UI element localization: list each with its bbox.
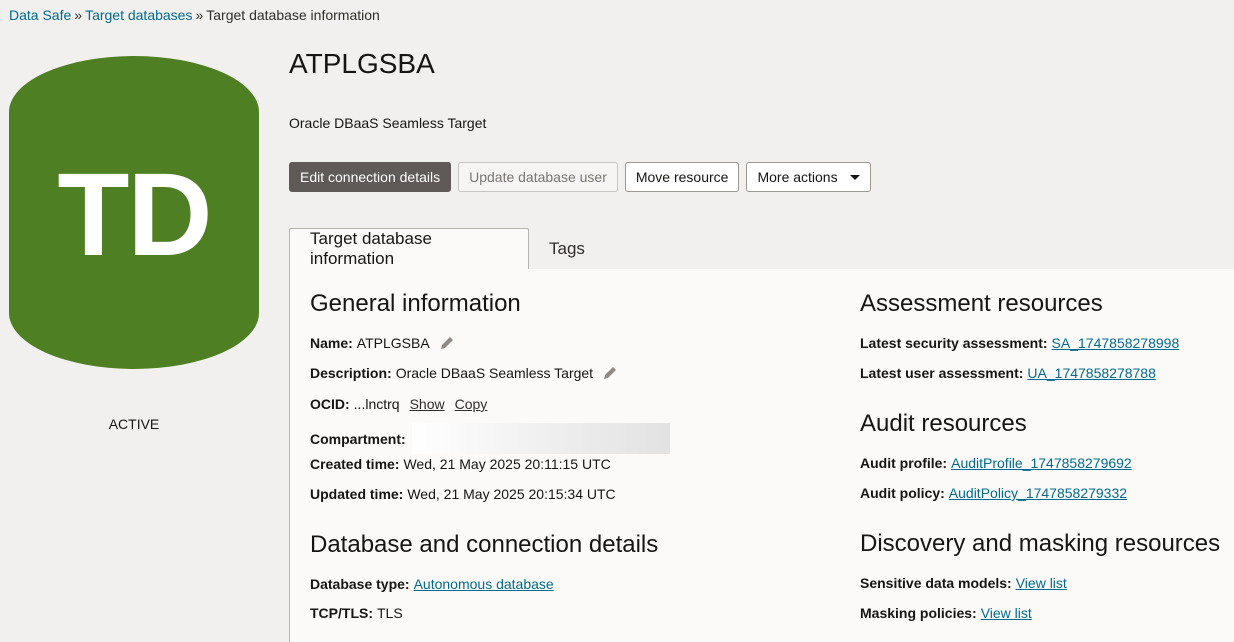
masking-policies-link[interactable]: View list xyxy=(981,605,1032,621)
database-connection-heading: Database and connection details xyxy=(310,531,659,558)
tcp-tls-value: TLS xyxy=(377,605,403,621)
discovery-masking-heading: Discovery and masking resources xyxy=(860,530,1221,557)
ocid-value: ...lnctrq xyxy=(353,396,400,412)
tcp-tls-label: TCP/TLS: xyxy=(310,605,373,621)
audit-policy-label: Audit policy: xyxy=(860,485,945,501)
security-assessment-link[interactable]: SA_1747858278998 xyxy=(1052,335,1180,351)
created-time-value: Wed, 21 May 2025 20:11:15 UTC xyxy=(403,456,611,472)
updated-time-row: Updated time: Wed, 21 May 2025 20:15:34 … xyxy=(310,486,616,502)
page-title: ATPLGSBA xyxy=(289,48,435,79)
description-label: Description: xyxy=(310,365,392,381)
assessment-resources-heading: Assessment resources xyxy=(860,290,1103,317)
masking-policies-label: Masking policies: xyxy=(860,605,977,621)
general-information-heading: General information xyxy=(310,290,521,317)
audit-resources-heading: Audit resources xyxy=(860,410,1027,437)
created-time-label: Created time: xyxy=(310,456,400,472)
breadcrumb-separator: » xyxy=(74,7,83,23)
target-database-icon: TD xyxy=(9,56,259,369)
database-type-label: Database type: xyxy=(310,576,410,592)
audit-profile-label: Audit profile: xyxy=(860,455,948,471)
ocid-show-link[interactable]: Show xyxy=(410,396,445,412)
database-type-link[interactable]: Autonomous database xyxy=(414,576,554,592)
updated-time-value: Wed, 21 May 2025 20:15:34 UTC xyxy=(407,486,616,502)
breadcrumb-target-databases[interactable]: Target databases xyxy=(85,7,192,23)
move-resource-button[interactable]: Move resource xyxy=(624,162,740,192)
edit-connection-details-button[interactable]: Edit connection details xyxy=(289,162,452,192)
tab-tags[interactable]: Tags xyxy=(529,228,605,269)
audit-profile-row: Audit profile: AuditProfile_174785827969… xyxy=(860,455,1132,471)
more-actions-label: More actions xyxy=(757,169,838,185)
compartment-value-redacted xyxy=(411,423,670,454)
sensitive-data-models-row: Sensitive data models: View list xyxy=(860,575,1067,591)
tcp-tls-row: TCP/TLS: TLS xyxy=(310,605,403,621)
name-value: ATPLGSBA xyxy=(356,335,430,351)
breadcrumb: Data Safe» Target databases» Target databa… xyxy=(9,7,380,23)
tab-target-database-information[interactable]: Target database information xyxy=(289,228,529,270)
security-assessment-label: Latest security assessment: xyxy=(860,335,1048,351)
ocid-label: OCID: xyxy=(310,396,350,412)
audit-policy-link[interactable]: AuditPolicy_1747858279332 xyxy=(949,485,1127,501)
masking-policies-row: Masking policies: View list xyxy=(860,605,1032,621)
breadcrumb-data-safe[interactable]: Data Safe xyxy=(9,7,71,23)
created-time-row: Created time: Wed, 21 May 2025 20:11:15 … xyxy=(310,456,611,472)
user-assessment-row: Latest user assessment: UA_1747858278788 xyxy=(860,365,1156,381)
sensitive-data-models-link[interactable]: View list xyxy=(1016,575,1067,591)
more-actions-button[interactable]: More actions xyxy=(746,162,871,192)
name-row: Name: ATPLGSBA xyxy=(310,335,455,351)
user-assessment-label: Latest user assessment: xyxy=(860,365,1024,381)
ocid-copy-link[interactable]: Copy xyxy=(455,396,488,412)
name-label: Name: xyxy=(310,335,353,351)
update-database-user-button[interactable]: Update database user xyxy=(458,162,618,192)
pencil-icon[interactable] xyxy=(602,365,618,381)
description-value: Oracle DBaaS Seamless Target xyxy=(395,365,594,381)
sensitive-data-models-label: Sensitive data models: xyxy=(860,575,1012,591)
badge-initials: TD xyxy=(57,148,212,281)
description-row: Description: Oracle DBaaS Seamless Targe… xyxy=(310,365,618,381)
pencil-icon[interactable] xyxy=(439,335,455,351)
audit-policy-row: Audit policy: AuditPolicy_1747858279332 xyxy=(860,485,1127,501)
ocid-row: OCID: ...lnctrq Show Copy xyxy=(310,396,487,412)
user-assessment-link[interactable]: UA_1747858278788 xyxy=(1027,365,1155,381)
breadcrumb-separator: » xyxy=(195,7,204,23)
compartment-label: Compartment: xyxy=(310,430,406,447)
security-assessment-row: Latest security assessment: SA_174785827… xyxy=(860,335,1179,351)
page-subtitle: Oracle DBaaS Seamless Target xyxy=(289,115,487,131)
tab-bar: Target database information Tags xyxy=(289,228,1234,270)
action-bar: Edit connection details Update database … xyxy=(289,162,871,192)
resource-badge: TD ACTIVE xyxy=(9,56,259,432)
updated-time-label: Updated time: xyxy=(310,486,404,502)
compartment-row: Compartment: xyxy=(310,423,670,454)
caret-down-icon xyxy=(849,174,860,180)
details-panel: General information Name: ATPLGSBA Descr… xyxy=(289,269,1234,642)
lifecycle-state: ACTIVE xyxy=(108,416,160,432)
breadcrumb-current: Target database information xyxy=(206,7,380,23)
database-type-row: Database type: Autonomous database xyxy=(310,576,554,592)
audit-profile-link[interactable]: AuditProfile_1747858279692 xyxy=(951,455,1132,471)
